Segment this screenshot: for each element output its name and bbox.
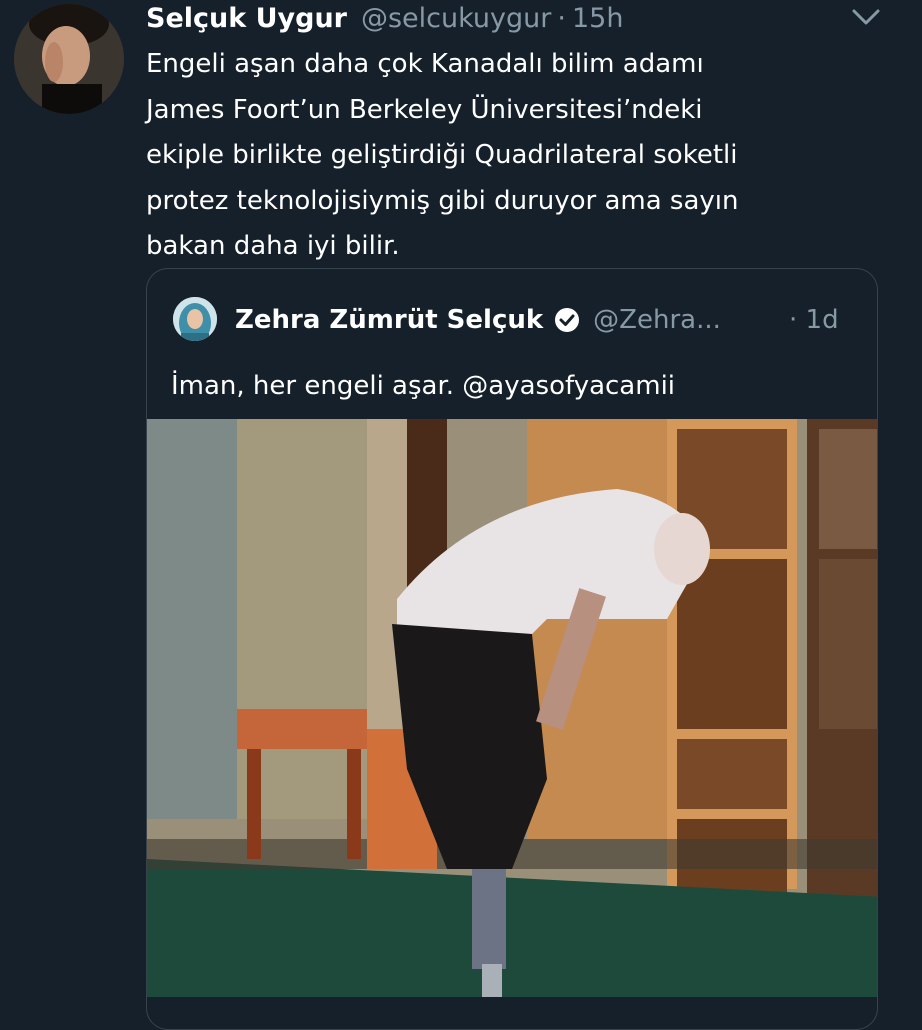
verified-badge-icon xyxy=(555,308,580,332)
tweet-text-line: ekiple birlikte geliştirdiği Quadrilater… xyxy=(146,140,738,170)
tweet-text-line: James Foort’un Berkeley Üniversitesi’nde… xyxy=(146,94,703,125)
quoted-author-handle[interactable]: @Zehra... xyxy=(593,305,721,335)
quoted-tweet-text: İman, her engeli aşar. @ayasofyacamii xyxy=(171,371,676,401)
quoted-tweet-time[interactable]: · 1d xyxy=(789,302,839,338)
quoted-tweet-card[interactable]: Zehra Zümrüt Selçuk @Zehra... · 1d İman,… xyxy=(146,268,878,1030)
author-avatar[interactable] xyxy=(14,4,124,114)
tweet-time[interactable]: 15h xyxy=(572,3,623,34)
tweet-text: Engeli aşan daha çok Kanadalı bilim adam… xyxy=(146,42,906,270)
quoted-author-avatar[interactable] xyxy=(173,297,217,341)
author-handle[interactable]: @selcukuygur xyxy=(361,3,551,34)
tweet-text-line: Engeli aşan daha çok Kanadalı bilim adam… xyxy=(146,49,704,79)
chevron-down-icon[interactable] xyxy=(850,4,882,30)
tweet-text-line: bakan daha iyi bilir. xyxy=(146,231,400,261)
author-name[interactable]: Selçuk Uygur xyxy=(146,3,347,34)
separator-dot: · xyxy=(557,2,566,34)
quoted-author-name[interactable]: Zehra Zümrüt Selçuk xyxy=(235,305,543,335)
quoted-tweet-video[interactable] xyxy=(147,419,877,997)
tweet-text-line: protez teknolojisiymiş gibi duruyor ama … xyxy=(146,185,739,216)
